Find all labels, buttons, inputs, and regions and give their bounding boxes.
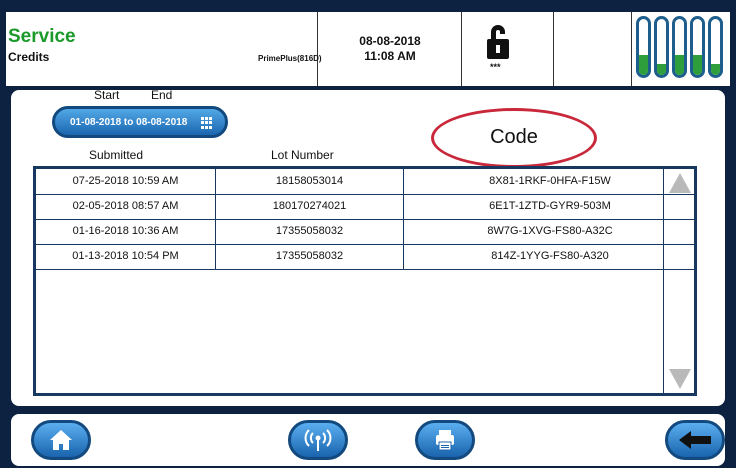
cell-code: 8X81-1RKF-0HFA-F15W (489, 175, 611, 187)
page-subtitle: Credits (8, 50, 50, 64)
scroll-up-icon[interactable] (669, 173, 691, 193)
device-model: PrimePlus(816D) (258, 54, 322, 63)
gauge-fill (675, 55, 684, 75)
lock-status: *** (490, 62, 501, 72)
wireless-button[interactable] (288, 420, 348, 460)
table-row[interactable]: 07-25-2018 10:59 AM 18158053014 8X81-1RKF-… (36, 169, 696, 195)
home-icon (50, 430, 72, 450)
credits-panel: Start End 01-08-2018 to 08-08-2018 Submi… (11, 88, 725, 406)
end-label: End (151, 88, 173, 102)
printer-icon (436, 430, 454, 451)
column-header-lot-number: Lot Number (271, 148, 334, 162)
supply-gauge (708, 16, 723, 78)
table-row[interactable]: 01-16-2018 10:36 AM 17355058032 8W7G-1XVG-… (36, 219, 696, 245)
scroll-down-icon[interactable] (669, 369, 691, 389)
supply-gauge (636, 16, 651, 78)
back-arrow-icon (679, 431, 711, 449)
start-label: Start (94, 88, 120, 102)
column-header-code: Code (431, 108, 597, 168)
cell-lot-number: 180170274021 (216, 194, 404, 219)
table-row[interactable]: 02-05-2018 08:57 AM 180170274021 6E1T-1ZTD… (36, 194, 696, 220)
date-text: 08-08-2018 (359, 34, 421, 48)
wireless-icon (304, 429, 332, 451)
cell-submitted: 02-05-2018 08:57 AM (36, 194, 216, 219)
cell-lot-number: 17355058032 (216, 244, 404, 269)
page-title: Service (8, 26, 76, 47)
header-bar: Service Credits PrimePlus(816D) 08-08-20… (6, 12, 730, 86)
home-button[interactable] (31, 420, 91, 460)
supply-gauge (672, 16, 687, 78)
app-frame: Service Credits PrimePlus(816D) 08-08-20… (0, 0, 736, 468)
gauge-fill (639, 55, 648, 75)
column-header-submitted: Submitted (89, 148, 144, 162)
gauge-fill (693, 55, 702, 75)
cell-lot-number: 17355058032 (216, 219, 404, 244)
lock-icon[interactable] (484, 22, 512, 62)
cell-code: 6E1T-1ZTD-GYR9-503M (489, 200, 611, 212)
cell-code: 814Z-1YYG-FS80-A320 (491, 250, 609, 262)
time-text: 11:08 AM (364, 49, 416, 63)
cell-submitted: 01-16-2018 10:36 AM (36, 219, 216, 244)
print-button[interactable] (415, 420, 475, 460)
header-empty-cell (554, 12, 632, 86)
keypad-icon (201, 117, 213, 129)
cell-submitted: 01-13-2018 10:54 PM (36, 244, 216, 269)
back-button[interactable] (665, 420, 725, 460)
supply-gauge (654, 16, 669, 78)
cell-submitted: 07-25-2018 10:59 AM (36, 169, 216, 194)
footer-bar (11, 414, 725, 466)
date-range-button[interactable]: 01-08-2018 to 08-08-2018 (52, 106, 228, 138)
supply-gauges (636, 16, 730, 82)
gauge-fill (711, 63, 720, 75)
datetime-display: 08-08-2018 11:08 AM (318, 34, 462, 64)
cell-code: 8W7G-1XVG-FS80-A32C (487, 225, 613, 237)
cell-lot-number: 18158053014 (216, 169, 404, 194)
scrollbar[interactable] (663, 169, 694, 393)
supply-gauge (690, 16, 705, 78)
header-title-cell: Service Credits PrimePlus(816D) (6, 12, 322, 86)
table-row[interactable]: 01-13-2018 10:54 PM 17355058032 814Z-1YYG-… (36, 244, 696, 270)
credits-table: 01-13-2018 10:54 PM 17355058032 814Z-1YYG-… (33, 166, 697, 396)
date-range-label: 01-08-2018 to 08-08-2018 (70, 116, 188, 128)
gauge-fill (657, 63, 666, 75)
